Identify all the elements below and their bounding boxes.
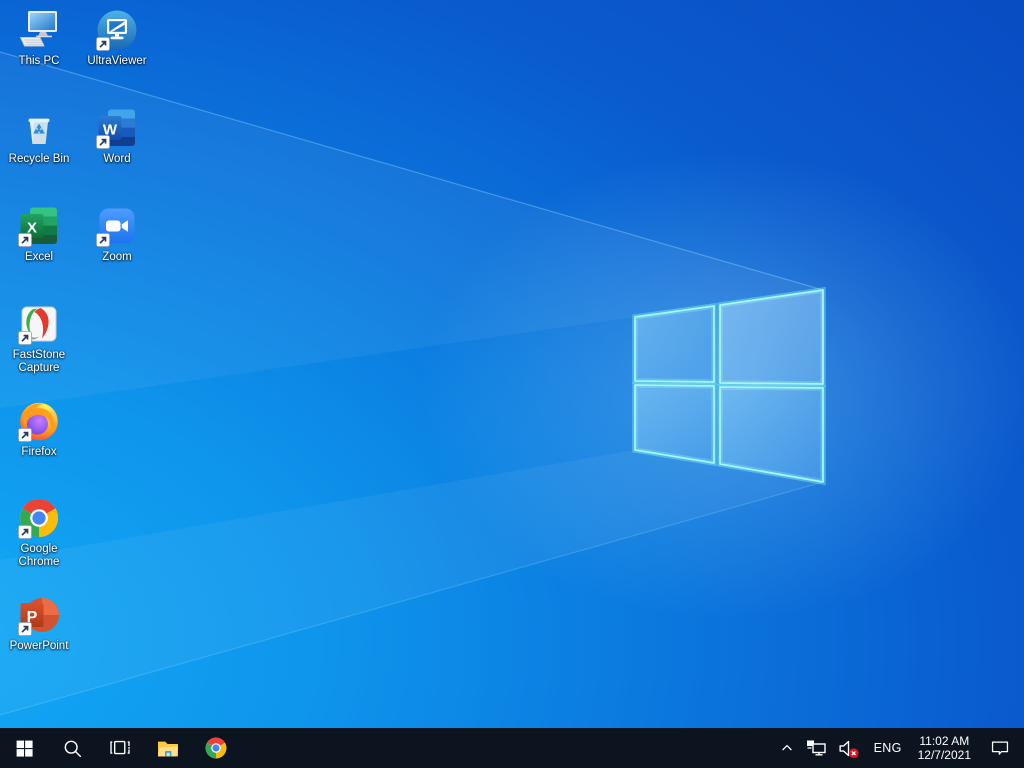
powerpoint-icon: P xyxy=(17,593,61,637)
word-icon: W xyxy=(95,106,139,150)
firefox-icon xyxy=(17,399,61,443)
action-center-button[interactable] xyxy=(978,728,1022,768)
excel-icon: X xyxy=(17,204,61,248)
desktop-icon-label: Zoom xyxy=(102,251,131,264)
desktop-icon-google-chrome[interactable]: Google Chrome xyxy=(1,496,77,569)
this-pc-icon xyxy=(17,8,61,52)
desktop-icon-powerpoint[interactable]: P PowerPoint xyxy=(1,593,77,653)
desktop-icon-label: Word xyxy=(103,153,130,166)
taskbar-left xyxy=(0,728,240,768)
search-icon xyxy=(62,738,83,759)
desktop-icon-recycle-bin[interactable]: Recycle Bin xyxy=(1,106,77,166)
tray-date: 12/7/2021 xyxy=(918,748,971,763)
taskbar: ENG 11:02 AM 12/7/2021 xyxy=(0,728,1024,768)
file-explorer-button[interactable] xyxy=(144,728,192,768)
desktop-icon-label: UltraViewer xyxy=(87,55,146,68)
desktop-icon-label: PowerPoint xyxy=(10,640,69,653)
faststone-capture-icon xyxy=(17,302,61,346)
desktop-icon-excel[interactable]: X Excel xyxy=(1,204,77,264)
desktop-icon-label: Google Chrome xyxy=(1,543,77,569)
windows-logo-icon xyxy=(15,739,34,758)
desktop-icon-word[interactable]: W Word xyxy=(79,106,155,166)
desktop-icon-label: Excel xyxy=(25,251,53,264)
network-status-button[interactable] xyxy=(800,728,832,768)
system-tray: ENG 11:02 AM 12/7/2021 xyxy=(774,728,1024,768)
search-button[interactable] xyxy=(48,728,96,768)
task-view-icon xyxy=(109,737,131,759)
language-indicator[interactable]: ENG xyxy=(865,728,911,768)
tray-time: 11:02 AM xyxy=(919,734,969,749)
chevron-up-icon xyxy=(779,740,795,756)
desktop-icon-label: This PC xyxy=(19,55,60,68)
recycle-bin-icon xyxy=(17,106,61,150)
desktop-icon-this-pc[interactable]: This PC xyxy=(1,8,77,68)
chrome-icon xyxy=(204,736,228,760)
desktop-icon-label: Recycle Bin xyxy=(9,153,70,166)
folder-icon xyxy=(156,736,180,760)
desktop-icon-firefox[interactable]: Firefox xyxy=(1,399,77,459)
speaker-muted-icon xyxy=(837,737,860,760)
chrome-icon xyxy=(17,496,61,540)
volume-button[interactable] xyxy=(832,728,865,768)
ultraviewer-icon xyxy=(95,8,139,52)
ethernet-network-icon xyxy=(805,737,827,759)
desktop-icon-label: Firefox xyxy=(21,446,56,459)
clock[interactable]: 11:02 AM 12/7/2021 xyxy=(911,728,978,768)
zoom-icon xyxy=(95,204,139,248)
action-center-icon xyxy=(990,738,1010,758)
start-button[interactable] xyxy=(0,728,48,768)
desktop-icon-label: FastStone Capture xyxy=(1,349,77,375)
desktop-icon-zoom[interactable]: Zoom xyxy=(79,204,155,264)
chrome-taskbar-button[interactable] xyxy=(192,728,240,768)
task-view-button[interactable] xyxy=(96,728,144,768)
windows-desktop: This PC UltraViewer Recycle Bin xyxy=(0,0,1024,768)
desktop-icon-faststone-capture[interactable]: FastStone Capture xyxy=(1,302,77,375)
language-code: ENG xyxy=(874,741,902,755)
show-hidden-icons-button[interactable] xyxy=(774,728,800,768)
desktop-icon-ultraviewer[interactable]: UltraViewer xyxy=(79,8,155,68)
